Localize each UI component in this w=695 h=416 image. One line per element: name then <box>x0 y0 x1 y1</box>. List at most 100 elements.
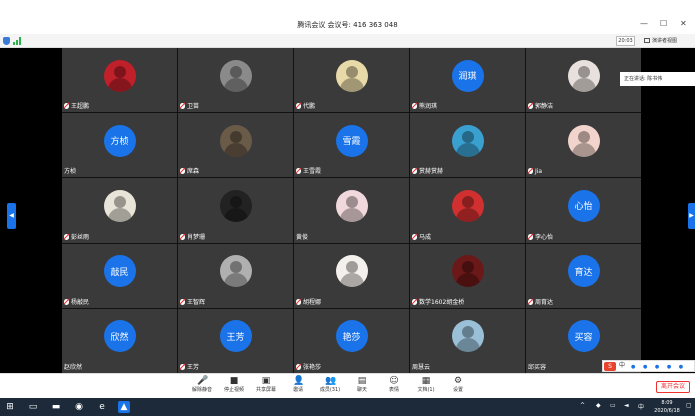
speaker-view-toggle[interactable]: 演讲者视图 <box>644 36 677 46</box>
participant-name-tag: 王智辉 <box>180 298 205 307</box>
participant-tile[interactable]: 敲民 杨敲民 <box>62 243 177 308</box>
minimize-button[interactable]: — <box>640 20 648 28</box>
toolbar-button-icon: ▣ <box>261 376 271 386</box>
tray-shield-icon[interactable]: ◆ <box>596 402 601 409</box>
participant-avatar-photo <box>335 59 368 92</box>
participant-name: 邱买容 <box>528 363 547 371</box>
participant-name: 王超鹏 <box>71 103 90 111</box>
tencent-meeting-icon[interactable]: ▲ <box>118 401 130 413</box>
toolbar-button[interactable]: ▤ 聊天 <box>348 376 376 398</box>
notification-icon[interactable]: ▢ <box>686 402 692 409</box>
participant-name-tag: 黄俊 <box>296 233 308 242</box>
participant-name: 郭静洁 <box>535 103 554 111</box>
participant-avatar: 育达 <box>567 255 600 288</box>
prev-page-button[interactable]: ◀ <box>7 203 16 229</box>
participant-name-tag: 代鹏 <box>296 102 315 111</box>
mic-muted-icon <box>180 233 185 240</box>
toolbar-button-icon: 🎤 <box>197 376 209 386</box>
mic-muted-icon <box>180 363 185 370</box>
ime-tools-icon[interactable]: ● ● ● ● ● <box>631 364 686 370</box>
participant-tile[interactable]: 卫苗 <box>178 48 293 113</box>
participant-tile[interactable]: 王芳 王芳 <box>178 308 293 373</box>
participant-avatar: 敲民 <box>103 255 136 288</box>
participant-tile[interactable]: 马成 <box>410 178 525 243</box>
participant-name: 熊润琪 <box>419 103 438 111</box>
participant-tile[interactable]: 王超鹏 <box>62 48 177 113</box>
toolbar-button[interactable]: ▣ 共享屏幕 <box>252 376 280 398</box>
participant-name: 周育达 <box>535 298 554 306</box>
participant-avatar-photo <box>103 59 136 92</box>
participant-tile[interactable]: 黄俊 <box>294 178 409 243</box>
participant-tile[interactable]: 席森 <box>178 113 293 178</box>
toolbar-button[interactable]: 🎤 解除静音 <box>188 376 216 398</box>
ime-mode[interactable]: 中 <box>619 361 625 371</box>
participant-name-tag: 王超鹏 <box>64 102 89 111</box>
participant-tile[interactable]: 数学1602胡金桥 <box>410 243 525 308</box>
participant-tile[interactable]: 方桢 方桢 <box>62 113 177 178</box>
video-grid: 王超鹏 卫苗 代鹏 润琪 熊润琪郭静洁方桢 方桢 席森 雪霞 王雪霞赏赫赏赫 Jia 彭丝雨 肖梦珊 黄… <box>62 48 641 373</box>
participant-tile[interactable]: 欣然赵欣然 <box>62 308 177 373</box>
edge-icon[interactable]: e <box>96 401 108 413</box>
toolbar-button[interactable]: ⚙ 设置 <box>444 376 472 398</box>
title-bar: 腾讯会议 会议号: 416 363 048 — ☐ ✕ <box>0 0 695 34</box>
participant-tile[interactable]: 代鹏 <box>294 48 409 113</box>
participant-tile[interactable]: 雪霞 王雪霞 <box>294 113 409 178</box>
participant-tile[interactable]: 润琪 熊润琪 <box>410 48 525 113</box>
participant-name-tag: 马成 <box>412 233 431 242</box>
shield-icon[interactable] <box>3 37 10 45</box>
participant-name: 彭丝雨 <box>71 233 90 241</box>
participant-avatar-photo <box>451 124 484 157</box>
leave-meeting-button[interactable]: 离开会议 <box>656 381 690 393</box>
mic-muted-icon <box>528 168 533 175</box>
participant-name: 肖梦珊 <box>187 233 206 241</box>
participant-name: 方桢 <box>64 168 77 176</box>
toolbar-button-label: 设置 <box>452 387 463 393</box>
toolbar-button-icon: ⚙ <box>453 376 463 386</box>
toolbar-button-label: 聊天 <box>356 387 367 393</box>
toolbar-button[interactable]: ▦ 文档(1) <box>412 376 440 398</box>
next-page-button[interactable]: ▶ <box>688 203 695 229</box>
toolbar-button[interactable]: 👤 邀请 <box>284 376 312 398</box>
toolbar-button[interactable]: 👥 成员(31) <box>316 376 344 398</box>
network-icon[interactable]: ▭ <box>610 402 616 409</box>
participant-tile[interactable]: 育达周育达 <box>526 243 641 308</box>
participant-name-tag: 郭静洁 <box>528 102 553 111</box>
participant-name: 赵欣然 <box>64 363 83 371</box>
participant-tile[interactable]: 肖梦珊 <box>178 178 293 243</box>
participant-avatar: 雪霞 <box>335 124 368 157</box>
participant-tile[interactable]: 赏赫赏赫 <box>410 113 525 178</box>
participant-tile[interactable]: 彭丝雨 <box>62 178 177 243</box>
participant-tile[interactable]: 周慧云 <box>410 308 525 373</box>
participant-name: 李心怡 <box>535 233 554 241</box>
taskbar-clock[interactable]: 8:09 2020/6/18 <box>651 399 683 415</box>
participant-tile[interactable]: 王智辉 <box>178 243 293 308</box>
tray-chevron-icon[interactable]: ^ <box>580 402 585 409</box>
participant-tile[interactable]: Jia <box>526 113 641 178</box>
participant-tile[interactable]: 艳莎 张艳莎 <box>294 308 409 373</box>
meeting-info-bar: 20:03 演讲者视图 <box>0 34 695 48</box>
windows-start-icon[interactable]: ⊞ <box>4 401 16 413</box>
participant-avatar-photo <box>451 255 484 288</box>
close-button[interactable]: ✕ <box>680 20 687 28</box>
maximize-button[interactable]: ☐ <box>660 20 667 28</box>
mic-muted-icon <box>296 363 301 370</box>
ime-taskbar-icon[interactable]: 中 <box>638 402 644 411</box>
signal-icon[interactable] <box>13 37 21 45</box>
toolbar-button[interactable]: ■ 停止视频 <box>220 376 248 398</box>
participant-name-tag: 席森 <box>180 167 199 176</box>
participant-tile[interactable]: 心怡 李心怡 <box>526 178 641 243</box>
toolbar-button-icon: ▤ <box>357 376 367 386</box>
participant-name-tag: Jia <box>528 167 542 176</box>
participant-name: 赏赫赏赫 <box>419 168 444 176</box>
toolbar-button[interactable]: ☺ 表情 <box>380 376 408 398</box>
ime-toolbar[interactable]: S 中 ● ● ● ● ● <box>602 360 695 372</box>
file-explorer-icon[interactable]: ▬ <box>50 401 62 413</box>
participant-name-tag: 肖梦珊 <box>180 233 205 242</box>
task-view-icon[interactable]: ▭ <box>27 401 39 413</box>
volume-icon[interactable]: ◄ <box>624 402 629 409</box>
toolbar-button-label: 解除静音 <box>191 387 212 393</box>
participant-avatar: 欣然 <box>103 320 136 353</box>
meeting-timer: 20:03 <box>616 36 635 46</box>
browser-icon[interactable]: ◉ <box>73 401 85 413</box>
participant-tile[interactable]: 胡程娜 <box>294 243 409 308</box>
